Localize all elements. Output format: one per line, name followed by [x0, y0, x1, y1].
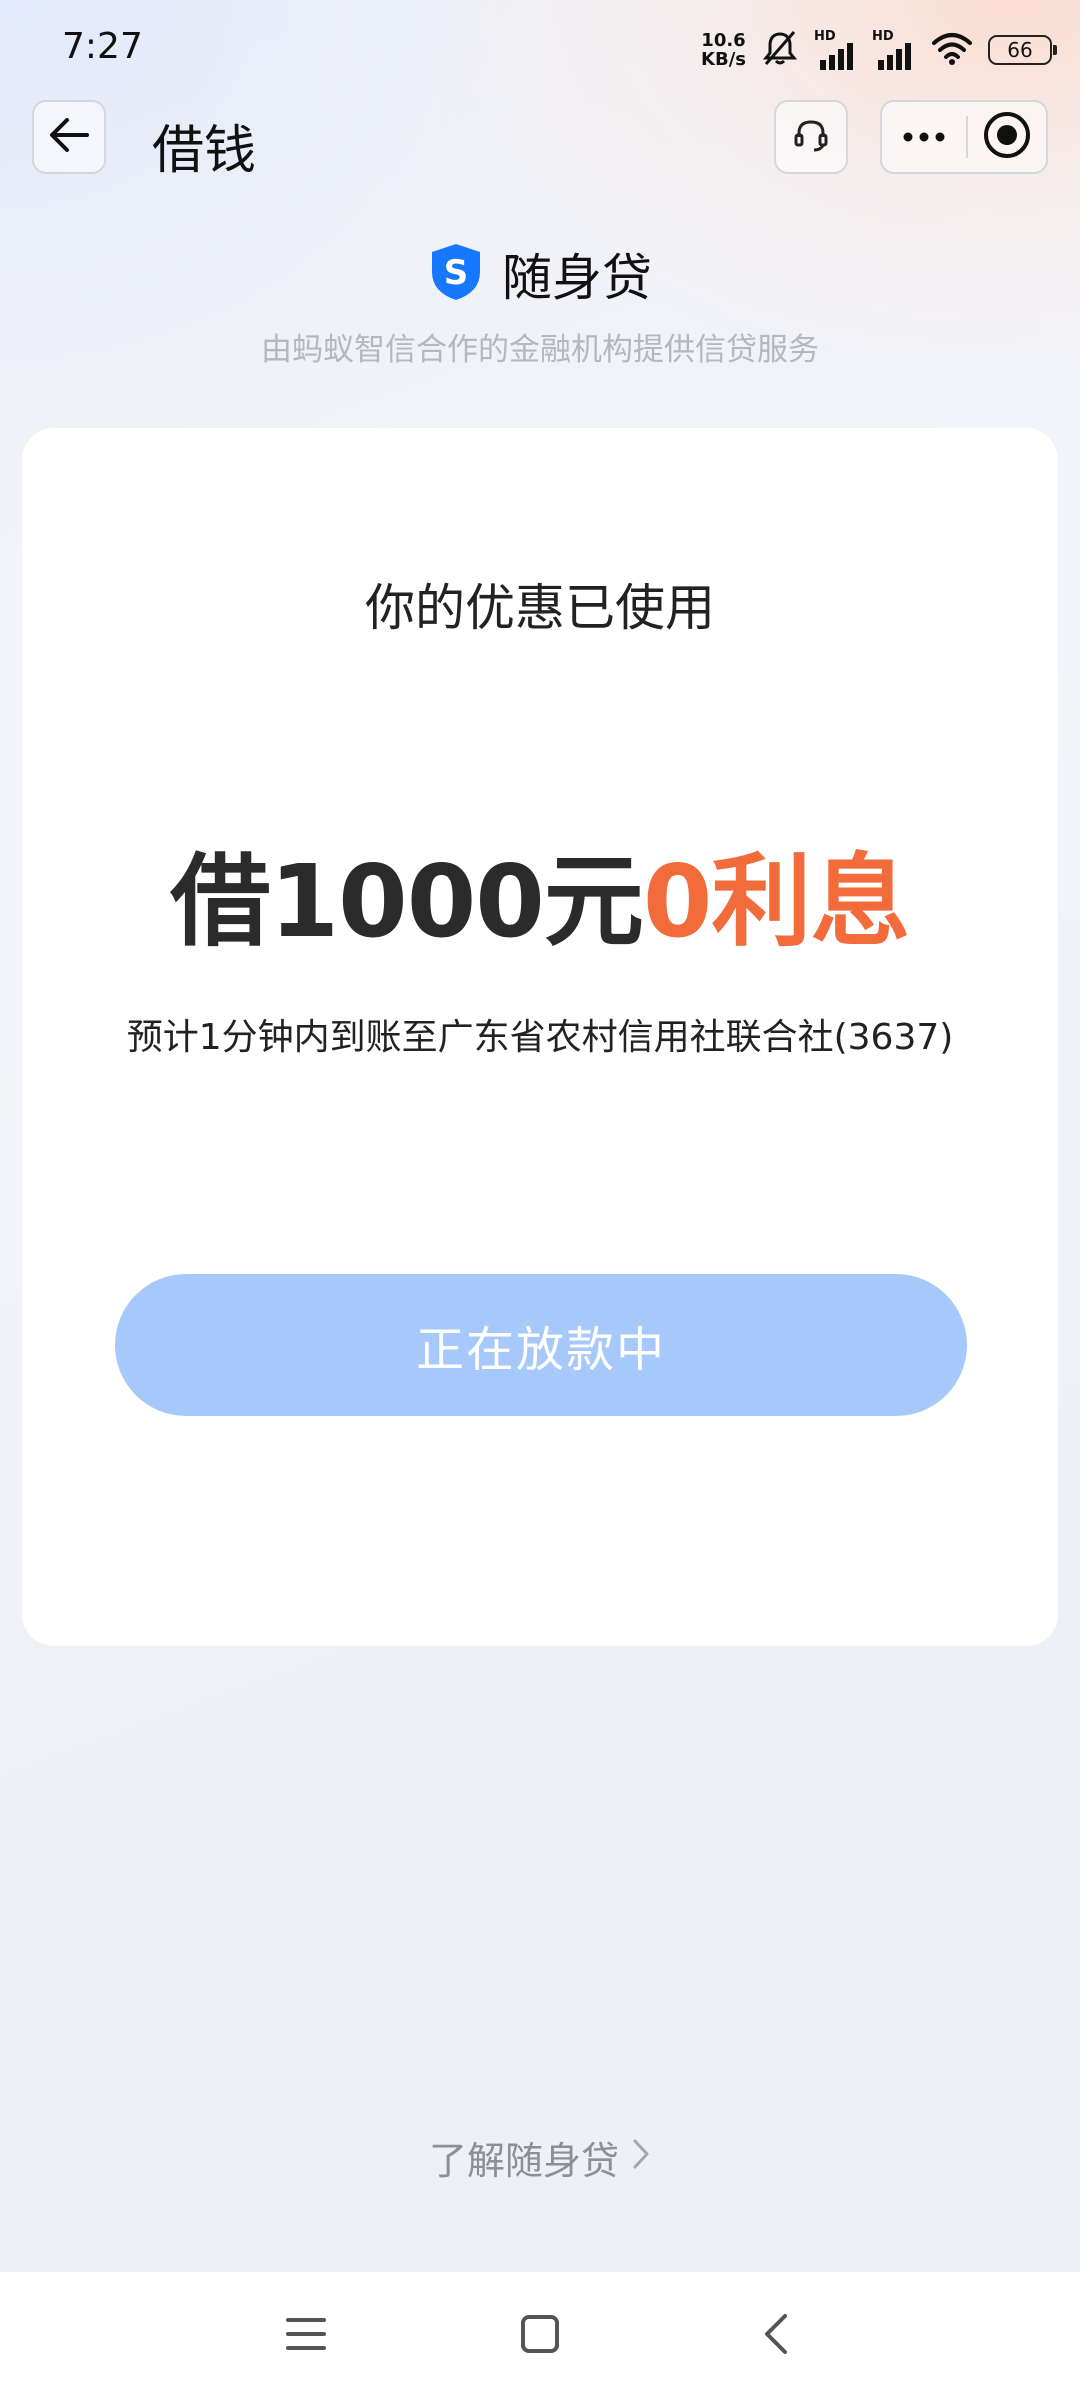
loan-status-card: 你的优惠已使用 借1000元0利息 预计1分钟内到账至广东省农村信用社联合社(3…: [22, 428, 1058, 1646]
shield-logo-icon: S: [428, 242, 484, 306]
bell-muted-icon: [760, 28, 800, 72]
status-bar: 7:27 10.6 KB/s HD HD 66: [0, 0, 1080, 96]
disbursing-button[interactable]: 正在放款中: [115, 1274, 967, 1416]
page-title: 借钱: [152, 121, 257, 181]
signal-bars-icon: [820, 43, 853, 70]
system-menu-button[interactable]: [274, 2304, 338, 2368]
card-heading: 你的优惠已使用: [365, 579, 715, 637]
network-speed: 10.6 KB/s: [701, 31, 746, 69]
square-home-icon: [520, 2314, 560, 2358]
headset-icon: [791, 115, 831, 159]
brand-header: S 随身贷: [0, 238, 1080, 310]
system-back-button[interactable]: [744, 2304, 808, 2368]
battery-indicator: 66: [988, 35, 1057, 65]
learn-more-label: 了解随身贷: [428, 2139, 619, 2183]
chevron-left-icon: [761, 2312, 791, 2360]
menu-lines-icon: [286, 2316, 326, 2356]
signal-bars-icon: [878, 43, 911, 70]
back-button[interactable]: [32, 100, 106, 174]
wifi-icon: [930, 31, 974, 69]
signal-sim2: HD: [872, 30, 916, 70]
loan-amount-text: 借1000元: [170, 843, 644, 960]
loan-amount: 借1000元0利息: [22, 820, 1058, 965]
record-circle-icon: [982, 110, 1032, 164]
more-button[interactable]: [882, 102, 966, 172]
system-home-button[interactable]: [508, 2304, 572, 2368]
learn-more-link[interactable]: 了解随身贷: [0, 2130, 1080, 2185]
system-navigation-bar: [0, 2272, 1080, 2400]
network-speed-value: 10.6: [701, 30, 746, 51]
chevron-right-icon: [631, 2136, 651, 2180]
status-icons: 10.6 KB/s HD HD 66: [701, 28, 1057, 72]
signal-sim1: HD: [814, 30, 858, 70]
network-speed-unit: KB/s: [701, 49, 746, 70]
brand-subtitle: 由蚂蚁智信合作的金融机构提供信贷服务: [261, 332, 819, 368]
arrow-left-icon: [47, 115, 91, 159]
nav-bar: 借钱: [0, 96, 1080, 181]
interest-free-highlight: 0利息: [642, 843, 911, 960]
status-time: 7:27: [62, 26, 143, 67]
mini-program-capsule: [880, 100, 1048, 174]
customer-service-button[interactable]: [774, 100, 848, 174]
brand-logo-letter: S: [444, 253, 469, 293]
more-dots-icon: [902, 128, 946, 147]
close-mini-program-button[interactable]: [968, 102, 1046, 172]
battery-level: 66: [1007, 38, 1033, 62]
arrival-note: 预计1分钟内到账至广东省农村信用社联合社(3637): [126, 1017, 954, 1058]
brand-name: 随身贷: [502, 249, 652, 307]
